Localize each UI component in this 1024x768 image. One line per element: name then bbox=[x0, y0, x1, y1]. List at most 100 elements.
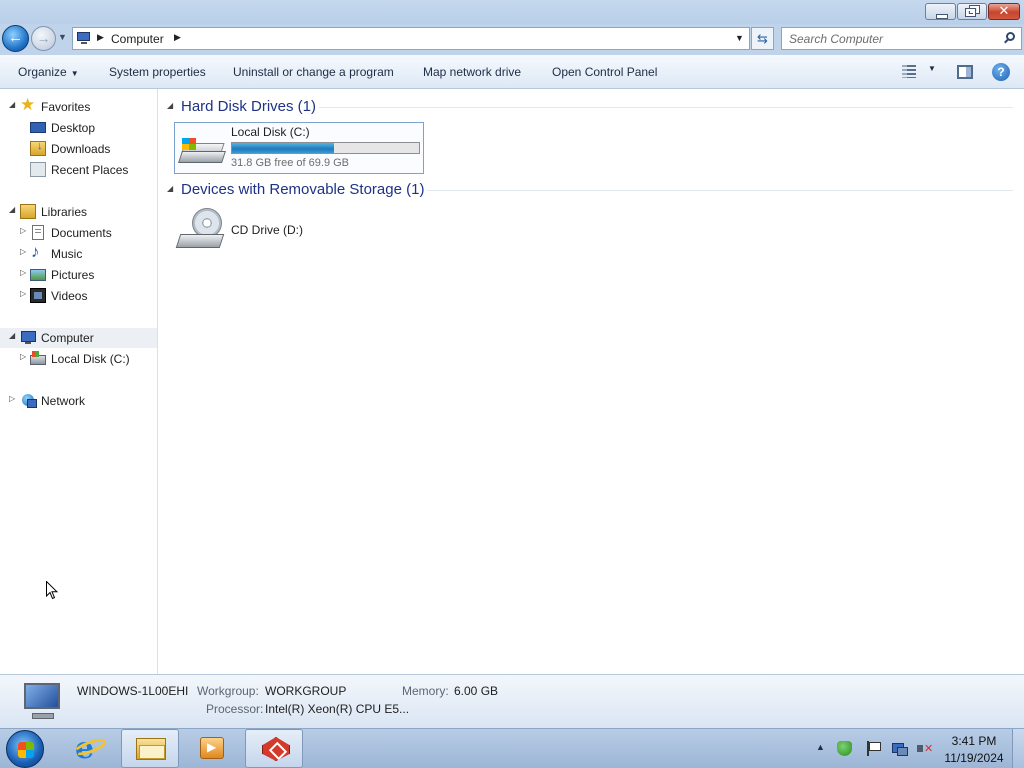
volume-muted-icon[interactable] bbox=[916, 741, 933, 756]
change-view-button[interactable]: ▼ bbox=[902, 64, 940, 80]
group-removable-storage[interactable]: ◢ Devices with Removable Storage (1) bbox=[159, 179, 1019, 201]
expand-icon[interactable]: ▷ bbox=[20, 289, 26, 298]
content-area: ◢ Hard Disk Drives (1) Local Disk (C:) 3… bbox=[159, 89, 1024, 674]
clock-time[interactable]: 3:41 PM bbox=[944, 734, 1004, 748]
breadcrumb-separator-icon[interactable]: ▶ bbox=[97, 32, 104, 43]
collapse-icon[interactable]: ◢ bbox=[167, 184, 173, 193]
nav-local-disk[interactable]: ▷ Local Disk (C:) bbox=[0, 349, 157, 369]
organize-label: Organize bbox=[18, 65, 67, 79]
taskbar-red-app[interactable] bbox=[245, 729, 303, 768]
processor-value: Intel(R) Xeon(R) CPU E5... bbox=[265, 702, 410, 716]
breadcrumb-chevron-icon[interactable]: ▶ bbox=[174, 32, 181, 43]
nav-documents[interactable]: ▷ Documents bbox=[0, 223, 157, 243]
open-control-panel-button[interactable]: Open Control Panel bbox=[552, 65, 657, 79]
collapse-icon[interactable]: ◢ bbox=[167, 101, 173, 110]
expand-icon[interactable]: ▷ bbox=[20, 226, 26, 235]
map-network-drive-button[interactable]: Map network drive bbox=[423, 65, 521, 79]
taskbar-media-player[interactable] bbox=[182, 729, 240, 768]
taskbar-windows-explorer[interactable] bbox=[121, 729, 179, 768]
drive-c-name: Local Disk (C:) bbox=[231, 125, 310, 139]
security-shield-icon[interactable] bbox=[837, 741, 852, 756]
preview-pane-button[interactable] bbox=[957, 65, 973, 79]
search-box[interactable] bbox=[781, 27, 1022, 50]
group-title: Devices with Removable Storage (1) bbox=[181, 181, 425, 198]
desktop-icon bbox=[30, 122, 46, 133]
collapse-icon[interactable]: ◢ bbox=[9, 100, 15, 109]
search-input[interactable] bbox=[782, 28, 997, 49]
search-icon[interactable] bbox=[1004, 32, 1016, 44]
nav-network[interactable]: ▷ Network bbox=[0, 391, 157, 411]
collapse-icon[interactable]: ◢ bbox=[9, 205, 15, 214]
workgroup-value: WORKGROUP bbox=[265, 684, 347, 698]
system-properties-button[interactable]: System properties bbox=[109, 65, 206, 79]
cd-drive-icon bbox=[175, 206, 225, 256]
help-button[interactable]: ? bbox=[992, 63, 1010, 81]
expand-icon[interactable]: ▷ bbox=[20, 352, 26, 361]
command-bar: Organize ▼ System properties Uninstall or… bbox=[0, 55, 1024, 89]
expand-icon[interactable]: ▷ bbox=[9, 394, 15, 403]
memory-value: 6.00 GB bbox=[454, 684, 499, 698]
drive-d-tile[interactable]: CD Drive (D:) bbox=[174, 206, 354, 258]
title-bar: ✕ bbox=[0, 0, 1024, 24]
nav-computer[interactable]: ◢ Computer bbox=[0, 328, 157, 348]
uninstall-program-button[interactable]: Uninstall or change a program bbox=[233, 65, 394, 79]
star-icon bbox=[20, 95, 36, 115]
nav-videos[interactable]: ▷ Videos bbox=[0, 286, 157, 306]
computer-icon bbox=[20, 330, 36, 345]
drive-c-tile[interactable]: Local Disk (C:) 31.8 GB free of 69.9 GB bbox=[174, 122, 424, 174]
nav-downloads[interactable]: Downloads bbox=[0, 139, 157, 159]
nav-libraries[interactable]: ◢ Libraries bbox=[0, 202, 157, 222]
address-row: ← → ▼ ▶ Computer ▶ ▼ ⇆ bbox=[0, 24, 1024, 55]
clock-date[interactable]: 11/19/2024 bbox=[944, 751, 1004, 765]
back-arrow-icon: ← bbox=[8, 29, 23, 46]
taskbar-internet-explorer[interactable]: e bbox=[62, 729, 120, 768]
action-center-flag-icon[interactable] bbox=[865, 741, 881, 756]
forward-button[interactable]: → bbox=[31, 26, 56, 51]
restore-icon-back bbox=[965, 8, 976, 17]
pictures-icon bbox=[30, 269, 46, 281]
view-details-icon bbox=[902, 65, 916, 78]
music-icon bbox=[30, 242, 46, 262]
address-bar[interactable]: ▶ Computer ▶ ▼ bbox=[72, 27, 750, 50]
forward-arrow-icon: → bbox=[36, 30, 51, 46]
nav-music[interactable]: ▷ Music bbox=[0, 242, 157, 264]
breadcrumb-computer[interactable]: Computer bbox=[111, 32, 164, 46]
nav-pictures[interactable]: ▷ Pictures bbox=[0, 265, 157, 285]
back-button[interactable]: ← bbox=[2, 25, 29, 52]
address-history-dropdown[interactable]: ▼ bbox=[735, 33, 744, 43]
refresh-icon: ⇆ bbox=[757, 31, 768, 46]
nav-documents-label: Documents bbox=[51, 226, 112, 240]
nav-pictures-label: Pictures bbox=[51, 268, 95, 282]
restore-button[interactable] bbox=[957, 3, 987, 20]
chevron-down-icon: ▼ bbox=[928, 64, 936, 73]
close-button[interactable]: ✕ bbox=[988, 3, 1020, 20]
computer-name: WINDOWS-1L00EHI bbox=[77, 684, 189, 698]
show-desktop-button[interactable] bbox=[1012, 729, 1024, 768]
expand-icon[interactable]: ▷ bbox=[20, 268, 26, 277]
nav-recent-label: Recent Places bbox=[51, 163, 129, 177]
minimize-button[interactable] bbox=[925, 3, 956, 20]
group-divider bbox=[319, 107, 1013, 108]
windows-logo-icon bbox=[18, 742, 34, 758]
expand-icon[interactable]: ▷ bbox=[20, 247, 26, 256]
group-hard-disk-drives[interactable]: ◢ Hard Disk Drives (1) bbox=[159, 96, 1019, 118]
recent-pages-dropdown[interactable]: ▼ bbox=[58, 32, 67, 42]
start-button[interactable] bbox=[6, 730, 44, 768]
details-pane: WINDOWS-1L00EHI Workgroup: WORKGROUP Mem… bbox=[0, 674, 1024, 728]
nav-favorites[interactable]: ◢ Favorites bbox=[0, 95, 157, 117]
organize-button[interactable]: Organize ▼ bbox=[18, 65, 79, 79]
libraries-icon bbox=[20, 204, 36, 219]
drive-usage-fill bbox=[232, 143, 334, 153]
show-hidden-icons-button[interactable]: ▲ bbox=[816, 742, 825, 752]
collapse-icon[interactable]: ◢ bbox=[9, 331, 15, 340]
refresh-button[interactable]: ⇆ bbox=[751, 27, 774, 50]
nav-desktop-label: Desktop bbox=[51, 121, 96, 135]
downloads-folder-icon bbox=[30, 140, 46, 156]
network-status-icon[interactable] bbox=[892, 741, 908, 756]
mouse-pointer-icon bbox=[46, 581, 58, 600]
nav-network-label: Network bbox=[41, 394, 86, 408]
group-title: Hard Disk Drives (1) bbox=[181, 98, 317, 115]
drive-c-free-space: 31.8 GB free of 69.9 GB bbox=[231, 157, 350, 169]
nav-desktop[interactable]: Desktop bbox=[0, 118, 157, 138]
nav-recent-places[interactable]: Recent Places bbox=[0, 160, 157, 180]
